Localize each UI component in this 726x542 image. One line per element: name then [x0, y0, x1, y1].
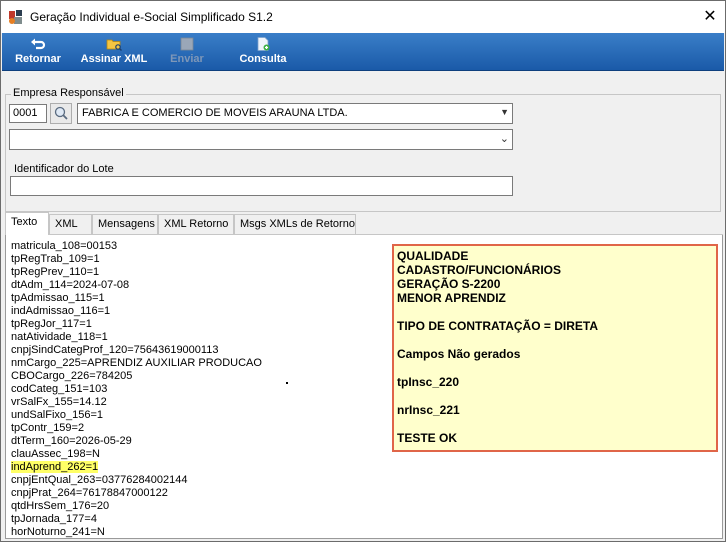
text-line: cnpjEntQual_263=03776284002144	[11, 474, 188, 486]
empresa-legend: Empresa Responsável	[11, 87, 126, 99]
close-button[interactable]: ✕	[695, 1, 725, 33]
company-code-field[interactable]: 0001	[9, 104, 47, 123]
text-line: indAdmissao_116=1	[11, 305, 111, 317]
query-button[interactable]: Consulta	[234, 35, 292, 69]
cursor-dot	[286, 382, 288, 384]
note-line: tpInsc_220	[397, 375, 460, 389]
annotation-note: QUALIDADE CADASTRO/FUNCIONÁRIOS GERAÇÃO …	[392, 244, 718, 452]
note-line: CADASTRO/FUNCIONÁRIOS	[397, 263, 561, 277]
search-icon	[54, 106, 68, 120]
note-line: TESTE OK	[397, 431, 458, 445]
text-line: matricula_108=00153	[11, 240, 118, 252]
lote-label: Identificador do Lote	[14, 163, 114, 175]
app-window: Geração Individual e-Social Simplificado…	[0, 0, 726, 542]
highlighted-text-line: indAprend_262=1	[11, 461, 99, 473]
tab-texto[interactable]: Texto	[5, 212, 49, 235]
title-bar: Geração Individual e-Social Simplificado…	[1, 1, 725, 33]
note-line: MENOR APRENDIZ	[397, 291, 506, 305]
note-line: TIPO DE CONTRATAÇÃO = DIRETA	[397, 319, 598, 333]
text-line: CBOCargo_226=784205	[11, 370, 133, 382]
company-search-button[interactable]	[50, 103, 72, 124]
send-icon	[180, 37, 194, 51]
tab-msgs-xmls-retorno[interactable]: Msgs XMLs de Retorno	[234, 214, 356, 234]
note-line: QUALIDADE	[397, 249, 469, 263]
tab-xml-retorno[interactable]: XML Retorno	[158, 214, 234, 234]
text-line: tpRegPrev_110=1	[11, 266, 100, 278]
note-line: GERAÇÃO S-2200	[397, 277, 501, 291]
company-select-value: FABRICA E COMERCIO DE MOVEIS ARAUNA LTDA…	[82, 107, 348, 119]
tab-mensagens[interactable]: Mensagens	[92, 214, 158, 234]
text-line: undSalFixo_156=1	[11, 409, 104, 421]
text-line: nmCargo_225=APRENDIZ AUXILIAR PRODUCAO	[11, 357, 262, 369]
note-line	[397, 305, 713, 319]
return-arrow-icon	[31, 38, 46, 50]
text-line: tpAdmissao_115=1	[11, 292, 105, 304]
sign-xml-button[interactable]: Assinar XML	[76, 35, 152, 69]
text-line: codCateg_151=103	[11, 383, 108, 395]
note-line: nrInsc_221	[397, 403, 460, 417]
text-line: qtdHrsSem_176=20	[11, 500, 110, 512]
return-button-label: Retornar	[15, 53, 61, 65]
note-line	[397, 389, 713, 403]
note-line	[397, 333, 713, 347]
text-line: dtTerm_160=2026-05-29	[11, 435, 132, 447]
text-line: cnpjPrat_264=76178847000122	[11, 487, 168, 499]
text-line: tpJornada_177=4	[11, 513, 97, 525]
text-line: horNoturno_241=N	[11, 526, 105, 538]
company-select[interactable]: FABRICA E COMERCIO DE MOVEIS ARAUNA LTDA…	[77, 103, 513, 124]
text-line: tpContr_159=2	[11, 422, 85, 434]
text-line: cnpjSindCategProf_120=75643619000113	[11, 344, 219, 356]
chevron-down-icon: ⌄	[499, 133, 509, 145]
query-document-icon	[257, 37, 270, 51]
note-line	[397, 417, 713, 431]
text-line: dtAdm_114=2024-07-08	[11, 279, 130, 291]
text-line: tpRegJor_117=1	[11, 318, 92, 330]
text-line: tpRegTrab_109=1	[11, 253, 100, 265]
window-title: Geração Individual e-Social Simplificado…	[30, 10, 273, 24]
send-button[interactable]: Enviar	[162, 35, 212, 69]
app-logo-icon	[9, 10, 22, 24]
text-line: natAtividade_118=1	[11, 331, 108, 343]
return-button[interactable]: Retornar	[10, 35, 66, 69]
toolbar: Retornar Assinar XML Enviar Consulta	[2, 33, 724, 71]
note-line: Campos Não gerados	[397, 347, 521, 361]
send-button-label: Enviar	[170, 53, 204, 65]
lote-input[interactable]	[10, 176, 513, 196]
sign-xml-button-label: Assinar XML	[80, 53, 148, 65]
chevron-down-icon: ▼	[500, 107, 509, 117]
sign-folder-icon	[106, 39, 122, 51]
text-line: vrSalFx_155=14.12	[11, 396, 107, 408]
secondary-select[interactable]: ⌄	[9, 129, 513, 150]
tab-xml[interactable]: XML	[49, 214, 92, 234]
text-line: clauAssec_198=N	[11, 448, 100, 460]
query-button-label: Consulta	[239, 53, 287, 65]
note-line	[397, 361, 713, 375]
